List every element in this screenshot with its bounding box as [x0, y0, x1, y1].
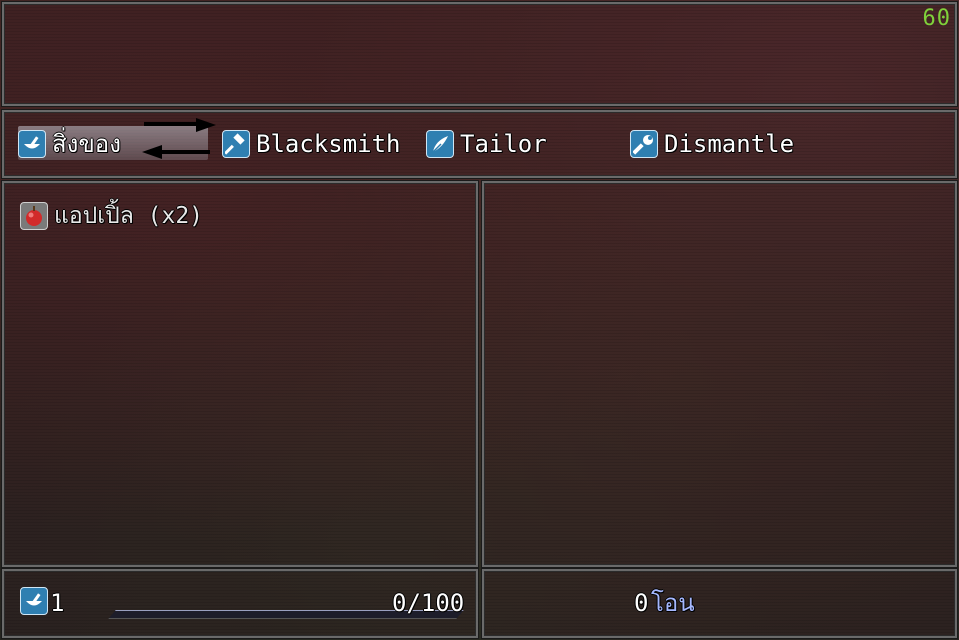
apple-icon [20, 202, 48, 230]
mortar-pestle-icon [20, 587, 48, 615]
crafting-level: 1 [50, 589, 65, 617]
command-items-label: สิ่งของ [52, 130, 121, 158]
list-item-label: แอปเปิ้ล (x2) [54, 203, 204, 229]
exp-text: 0/100 [392, 589, 465, 617]
command-dismantle-label: Dismantle [664, 130, 795, 158]
feather-quill-icon [426, 130, 454, 158]
recipe-list-window [2, 181, 478, 567]
command-tailor-label: Tailor [460, 130, 547, 158]
swap-arrows-icon [142, 118, 216, 159]
command-blacksmith-label: Blacksmith [256, 130, 401, 158]
mortar-pestle-icon [18, 130, 46, 158]
wrench-icon [630, 130, 658, 158]
hammer-icon [222, 130, 250, 158]
currency-window [482, 569, 957, 638]
fps-counter: 60 [922, 6, 951, 31]
currency-amount: 0 [634, 589, 649, 617]
currency-unit: โอน [651, 589, 695, 617]
recipe-detail-window [482, 181, 957, 567]
help-window [2, 2, 957, 106]
